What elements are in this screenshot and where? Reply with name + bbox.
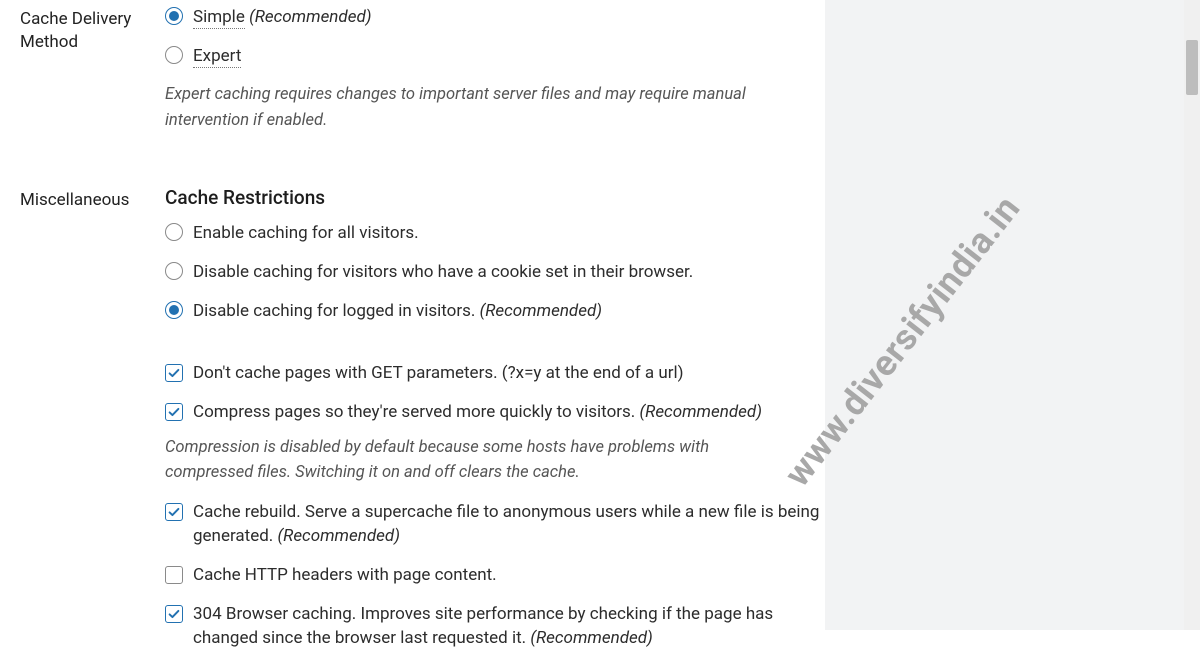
radio-row-expert[interactable]: Expert (165, 44, 820, 69)
label-miscellaneous: Miscellaneous (20, 189, 165, 212)
radio-cookie-visitors[interactable] (165, 262, 183, 280)
check-http-headers-label: Cache HTTP headers with page content. (193, 563, 497, 588)
check-row-get-params[interactable]: Don't cache pages with GET parameters. (… (165, 361, 820, 386)
radio-simple-label: Simple (Recommended) (193, 5, 372, 30)
subheading-cache-restrictions: Cache Restrictions (165, 186, 820, 209)
check-http-headers[interactable] (165, 566, 183, 584)
check-row-304[interactable]: 304 Browser caching. Improves site perfo… (165, 602, 820, 651)
radio-row-cookie-visitors[interactable]: Disable caching for visitors who have a … (165, 260, 820, 285)
radio-row-loggedin-visitors[interactable]: Disable caching for logged in visitors. … (165, 299, 820, 324)
section-miscellaneous: Miscellaneous Cache Restrictions Enable … (0, 181, 820, 665)
check-304[interactable] (165, 605, 183, 623)
check-compress-label: Compress pages so they're served more qu… (193, 400, 762, 425)
scrollbar-track[interactable] (1184, 0, 1200, 630)
radio-loggedin-visitors-label: Disable caching for logged in visitors. … (193, 299, 602, 324)
section-cache-delivery: Cache Delivery Method Simple (Recommende… (0, 0, 820, 151)
radio-expert-label: Expert (193, 44, 241, 69)
check-get-params[interactable] (165, 364, 183, 382)
check-compress[interactable] (165, 403, 183, 421)
radio-simple[interactable] (165, 7, 183, 25)
scrollbar-thumb[interactable] (1186, 40, 1198, 95)
radio-all-visitors[interactable] (165, 223, 183, 241)
radio-expert[interactable] (165, 46, 183, 64)
radio-loggedin-visitors[interactable] (165, 301, 183, 319)
help-expert: Expert caching requires changes to impor… (165, 82, 805, 133)
right-sidebar-panel (825, 0, 1200, 630)
check-304-label: 304 Browser caching. Improves site perfo… (193, 602, 820, 651)
label-cache-delivery: Cache Delivery Method (20, 8, 165, 54)
check-rebuild-label: Cache rebuild. Serve a supercache file t… (193, 500, 820, 549)
check-row-compress[interactable]: Compress pages so they're served more qu… (165, 400, 820, 425)
radio-row-simple[interactable]: Simple (Recommended) (165, 5, 820, 30)
help-compress: Compression is disabled by default becau… (165, 435, 785, 486)
radio-all-visitors-label: Enable caching for all visitors. (193, 221, 419, 246)
radio-cookie-visitors-label: Disable caching for visitors who have a … (193, 260, 693, 285)
check-row-http-headers[interactable]: Cache HTTP headers with page content. (165, 563, 820, 588)
check-rebuild[interactable] (165, 503, 183, 521)
check-row-rebuild[interactable]: Cache rebuild. Serve a supercache file t… (165, 500, 820, 549)
check-get-params-label: Don't cache pages with GET parameters. (… (193, 361, 684, 386)
radio-row-all-visitors[interactable]: Enable caching for all visitors. (165, 221, 820, 246)
